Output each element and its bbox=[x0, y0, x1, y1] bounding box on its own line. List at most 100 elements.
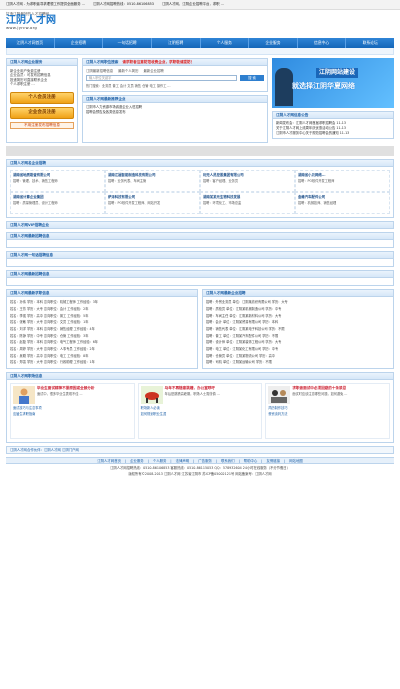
footer-link-sitemap[interactable]: 网站地图 bbox=[289, 459, 303, 463]
banner-line2: 就选择江阴华夏网络 bbox=[292, 82, 355, 90]
section-bar: 江阴人才网一句话招聘信息 bbox=[6, 251, 394, 268]
personal-resume-title: 江阴人才网最新求职信息 bbox=[7, 290, 197, 298]
site-logo[interactable]: 打造江阴最好的人才招聘网 江阴人才网 www.jyrcw.org bbox=[6, 12, 76, 36]
article-snippet: 面试时应该注意哪些问题，如何避免 ... bbox=[292, 391, 348, 396]
section-bar: 江阴人才网最新招聘信息 bbox=[6, 270, 394, 287]
article-link[interactable]: 面试技巧与注意事项 bbox=[13, 406, 132, 410]
nav-item-company-jobs[interactable]: 企业招聘 bbox=[55, 38, 104, 48]
news-item[interactable]: 江阴市人才服务中心关于规范招聘会的通知 11-13 bbox=[276, 131, 390, 136]
company-card[interactable]: 湖南省小贝网络... 招聘：PO软件开发工程师 bbox=[295, 170, 390, 193]
footer-link-home[interactable]: 江阴人才网首页 bbox=[97, 459, 121, 463]
job-row[interactable]: 招聘：会计 单位：江阴某贸易有限公司 学历：本科 bbox=[206, 319, 390, 326]
article-snippet: 年后是跳槽高峰期，职场人士需谨慎 ... bbox=[164, 391, 220, 396]
footer-link-contact[interactable]: 联系我们 bbox=[221, 459, 235, 463]
job-row[interactable]: 招聘：电工 单位：江阴某化工有限公司 学历：中专 bbox=[206, 346, 390, 353]
company-job-list: 江阴人才网最新企业招聘 招聘：外贸业务员 单位：江阴某纺织有限公司 学历：大专 … bbox=[202, 289, 394, 370]
job-row[interactable]: 招聘：质检员 单位：江阴某机械制造公司 学历：中专 bbox=[206, 306, 390, 313]
resume-row[interactable]: 姓名：李强 学历：高中 意向职位：普工 工作经验：5年 bbox=[10, 313, 194, 320]
company-job-title: 江阴人才网最新企业招聘 bbox=[203, 290, 393, 298]
article-snippet: 面试中，很多毕业生表现不佳 ... bbox=[37, 391, 83, 396]
top-bar-item-3: 江阴人才网，江阴企业招聘平台，求职 ... bbox=[161, 2, 224, 7]
article-link[interactable]: 如何规划职业生涯 bbox=[141, 412, 260, 416]
company-card[interactable]: 萨泽科技有限公司 招聘：PO软件开发工程师、网站开发 bbox=[105, 192, 200, 215]
famous-companies-section: 江阴人才网名企业招聘 湖南省地质勘查有限公司 招聘：管理、技术、销售工程师 湖南江… bbox=[6, 159, 394, 219]
resume-row[interactable]: 姓名：赵磊 学历：本科 意向职位：电气工程师 工作经验：6年 bbox=[10, 339, 194, 346]
company-card[interactable]: 湖南省计算企业集团 招聘：质量管理员、设计工程师 bbox=[10, 192, 105, 215]
site-header: 打造江阴最好的人才招聘网 江阴人才网 www.jyrcw.org bbox=[0, 10, 400, 38]
company-card[interactable]: 湖南江福智能制造科技有限公司 招聘：业务代表、车间主管 bbox=[105, 170, 200, 193]
resume-row[interactable]: 姓名：郑霞 学历：大专 意向职位：行政助理 工作经验：1年 bbox=[10, 359, 194, 366]
interview-illustration-icon bbox=[268, 386, 291, 405]
top-bar: 江阴人才网 - 为求职者寻求理想工作提供全面服务 ... 江阴人才网招聘热线：0… bbox=[0, 0, 400, 10]
resume-row[interactable]: 姓名：吴刚 学历：高中 意向职位：电工 工作经验：8年 bbox=[10, 353, 194, 360]
company-desc: 招聘：PO软件开发工程师 bbox=[298, 178, 335, 183]
job-search-panel: 江阴人才网职位搜索 请求职者注意防范收费企业，求职敬请提防！ 江阴最新招聘信息 … bbox=[82, 58, 268, 93]
article-link[interactable]: 职场新人必读 bbox=[141, 406, 260, 410]
nav-item-jiangyin-jobs[interactable]: 江阴招聘 bbox=[152, 38, 201, 48]
resume-row[interactable]: 姓名：陈静 学历：中专 意向职位：仓管 工作经验：3年 bbox=[10, 333, 194, 340]
article-link[interactable]: 简历制作技巧 bbox=[268, 406, 387, 410]
company-card[interactable]: 湖南某某元生物科技发展 招聘：环境化工、市场总监 bbox=[200, 192, 295, 215]
friend-links[interactable]: 江阴人才网合作伙伴：江阴人才网 江阴门户网 bbox=[6, 446, 394, 455]
latest-jobs-title-2: 江阴人才网最新招聘信息 bbox=[7, 271, 393, 279]
search-tab-latest-resumes[interactable]: 最新个人简历 bbox=[118, 69, 138, 73]
grey-ad-strip bbox=[6, 146, 394, 157]
footer-link-legal[interactable]: 法律声明 bbox=[176, 459, 190, 463]
company-desc: 招聘：环境化工、市场总监 bbox=[203, 200, 242, 205]
search-tab-latest-companies[interactable]: 最新企业招聘 bbox=[143, 69, 163, 73]
top-bar-item-2: 江阴人才网招聘热线：0510-86106853 bbox=[92, 2, 154, 7]
nav-item-home[interactable]: 江阴人才网首页 bbox=[6, 38, 55, 48]
article-link[interactable]: 应届生求职指南 bbox=[13, 412, 132, 416]
article-card[interactable]: 求职者面试中必须回避的十条禁忌 面试时应该注意哪些问题，如何避免 ... 简历制作… bbox=[265, 383, 391, 440]
footer-link-ads[interactable]: 广告服务 bbox=[198, 459, 212, 463]
job-row[interactable]: 招聘：仓管员 单位：江阴某物流公司 学历：高中 bbox=[206, 353, 390, 360]
nav-item-company-service[interactable]: 企业服务 bbox=[249, 38, 298, 48]
resume-row[interactable]: 姓名：王芳 学历：大专 意向职位：会计 工作经验：2年 bbox=[10, 306, 194, 313]
resume-row[interactable]: 姓名：刘洋 学历：本科 意向职位：销售经理 工作经验：4年 bbox=[10, 326, 194, 333]
footer-link-friend-links[interactable]: 友情链接 bbox=[266, 459, 280, 463]
job-row[interactable]: 招聘：普工 单位：江阴某汽车配件公司 学历：不限 bbox=[206, 333, 390, 340]
hot-search-links[interactable]: 热门搜索：业务员 普工 会计 文员 销售 仓管 电工 操作工 ... bbox=[86, 84, 264, 88]
nav-item-personal-service[interactable]: 个人服务 bbox=[201, 38, 250, 48]
job-search-title: 江阴人才网职位搜索 bbox=[86, 59, 119, 64]
nav-item-forum[interactable]: 联系论坛 bbox=[346, 38, 394, 48]
footer-link-help[interactable]: 帮助中心 bbox=[244, 459, 258, 463]
resume-row[interactable]: 姓名：孙伟 学历：本科 意向职位：机械工程师 工作经验：3年 bbox=[10, 299, 194, 306]
footer-info: 江阴人才网招聘热线：0510-86106853 客服热线：0510-861150… bbox=[0, 464, 400, 477]
article-link[interactable]: 薪资谈判方法 bbox=[268, 412, 387, 416]
sub-nav-strip bbox=[6, 48, 394, 55]
footer-link-personal-service[interactable]: 个人服务 bbox=[153, 459, 167, 463]
company-name: 萨泽科技有限公司 bbox=[108, 195, 136, 200]
job-row[interactable]: 招聘：销售代表 单位：江阴某电子科技公司 学历：不限 bbox=[206, 326, 390, 333]
service-line: 个人求职注册 ... bbox=[10, 81, 35, 86]
recommended-line[interactable]: 招聘会预告及各类信息发布 bbox=[86, 110, 264, 115]
company-name: 湖南某某元生物科技发展 bbox=[203, 195, 241, 200]
search-input[interactable]: 输入职位关键字 bbox=[86, 75, 237, 82]
job-row[interactable]: 招聘：车间主任 单位：江阴某新材料公司 学历：大专 bbox=[206, 313, 390, 320]
company-register-button[interactable]: 企业会员注册 bbox=[10, 107, 74, 119]
career-info-section: 江阴人才网职场信息 毕业生面试精神不振原因或全部分析 面试中，很多毕业生表现不佳 … bbox=[6, 372, 394, 444]
ad-banner[interactable]: 江阴网站建设 就选择江阴华夏网络 bbox=[272, 58, 394, 108]
search-tab-latest-jobs[interactable]: 江阴最新招聘信息 bbox=[86, 69, 113, 73]
article-title: 求职者面试中必须回避的十条禁忌 bbox=[292, 386, 347, 391]
company-card[interactable]: 利无人员控股集团有限公司 招聘：客户经理、业务员 bbox=[200, 170, 295, 193]
footer-link-company-service[interactable]: 企业服务 bbox=[130, 459, 144, 463]
search-button[interactable]: 搜 索 bbox=[240, 75, 264, 82]
job-row[interactable]: 招聘：司机 单位：江阴某运输公司 学历：不限 bbox=[206, 359, 390, 366]
personal-register-button[interactable]: 个人会员注册 bbox=[10, 92, 74, 104]
recommended-companies-title: 江阴人才网最新推荐企业 bbox=[83, 96, 267, 104]
job-search-header: 江阴人才网职位搜索 请求职者注意防范收费企业，求职敬请提防！ bbox=[83, 59, 267, 66]
job-row[interactable]: 招聘：设计师 单位：江阴某装饰工程公司 学历：大专 bbox=[206, 339, 390, 346]
resume-row[interactable]: 姓名：周婷 学历：大专 意向职位：人事专员 工作经验：2年 bbox=[10, 346, 194, 353]
article-card[interactable]: 毕业生面试精神不振原因或全部分析 面试中，很多毕业生表现不佳 ... 面试技巧与注… bbox=[10, 383, 135, 440]
company-card[interactable]: 金峰汽车配件公司 招聘：机械技师、销售经理 bbox=[295, 192, 390, 215]
job-row[interactable]: 招聘：外贸业务员 单位：江阴某纺织有限公司 学历：大专 bbox=[206, 299, 390, 306]
article-card[interactable]: 马年不再随意跳槽，办公室呼吁 年后是跳槽高峰期，职场人士需谨慎 ... 职场新人必… bbox=[137, 383, 263, 440]
nav-item-one-line-jobs[interactable]: 一句话招聘 bbox=[103, 38, 152, 48]
resume-row[interactable]: 姓名：张敏 学历：大专 意向职位：文员 工作经验：1年 bbox=[10, 319, 194, 326]
nav-item-info-center[interactable]: 信息中心 bbox=[298, 38, 347, 48]
company-card[interactable]: 湖南省地质勘查有限公司 招聘：管理、技术、销售工程师 bbox=[10, 170, 105, 193]
news-title: 江阴人才网信息公告 bbox=[273, 112, 393, 119]
post-without-register-button[interactable]: 不用注册发布招聘信息 bbox=[10, 122, 74, 129]
company-desc: 招聘：PO软件开发工程师、网站开发 bbox=[108, 200, 161, 205]
